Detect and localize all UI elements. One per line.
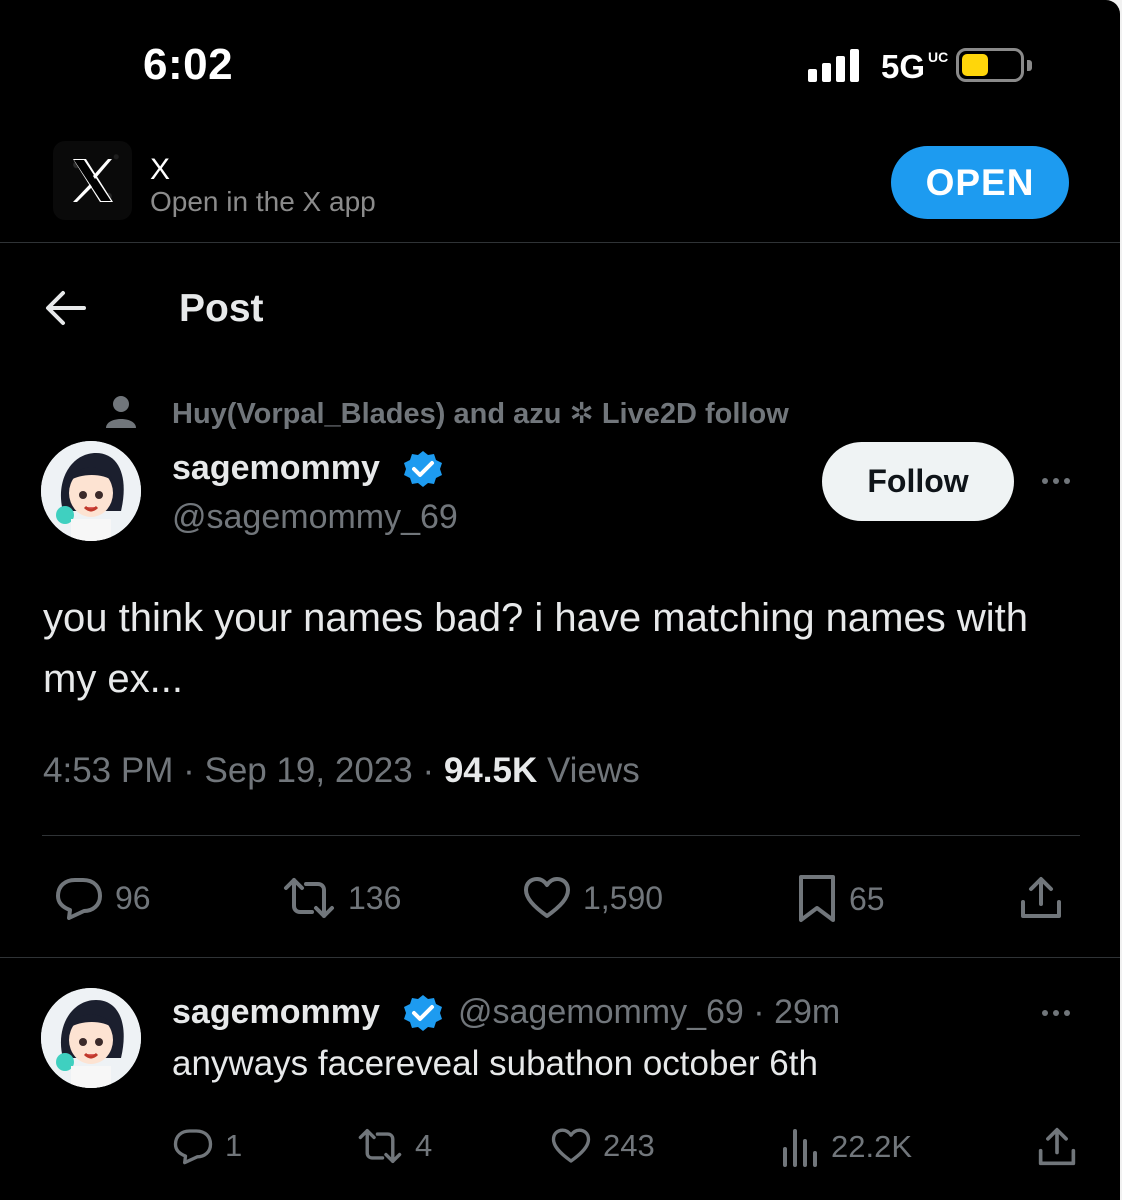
reply-handle-line: @sagemommy_69 · 29m	[458, 993, 841, 1031]
repost-icon	[284, 878, 334, 918]
repost-count: 136	[348, 879, 402, 916]
reply-button[interactable]: 96	[55, 876, 151, 920]
reply-reply-button[interactable]: 1	[173, 1127, 242, 1165]
post-divider	[0, 957, 1120, 958]
reply-age[interactable]: 29m	[774, 993, 840, 1031]
signal-icon	[808, 48, 859, 82]
avatar[interactable]	[41, 441, 141, 541]
reply-like-count: 243	[603, 1128, 655, 1163]
reply-repost-button[interactable]: 4	[357, 1127, 432, 1165]
author-display-name[interactable]: sagemommy	[172, 449, 380, 488]
reply-share-icon[interactable]	[1037, 1127, 1077, 1172]
reply-more-options-icon[interactable]	[1042, 1010, 1070, 1016]
analytics-icon	[783, 1129, 817, 1167]
reply-verified-badge-icon	[401, 994, 445, 1037]
author-handle[interactable]: @sagemommy_69	[172, 498, 458, 537]
post-text: you think your names bad? i have matchin…	[43, 596, 1028, 701]
verified-badge-icon	[401, 450, 445, 493]
person-icon	[104, 394, 138, 435]
app-banner-subtitle: Open in the X app	[150, 186, 376, 217]
reply-view-count: 22.2K	[831, 1129, 913, 1164]
battery-icon	[956, 48, 1024, 82]
reply-like-button[interactable]: 243	[551, 1127, 655, 1165]
battery-tip	[1027, 60, 1032, 71]
banner-divider	[0, 242, 1120, 243]
reply-icon	[56, 878, 102, 920]
bookmark-button[interactable]: 65	[797, 874, 885, 924]
views-label: Views	[546, 751, 640, 790]
page-title: Post	[179, 287, 264, 330]
reply-icon	[173, 1129, 213, 1165]
meta-divider	[42, 835, 1080, 836]
post-time[interactable]: 4:53 PM	[43, 751, 173, 790]
reply-text: anyways facereveal subathon october 6th	[172, 1044, 818, 1083]
reply-repost-count: 4	[415, 1128, 433, 1163]
reply-avatar[interactable]	[41, 988, 141, 1088]
bookmark-icon	[799, 875, 835, 922]
post-date[interactable]: Sep 19, 2023	[204, 751, 412, 790]
reply-handle[interactable]: @sagemommy_69	[458, 993, 744, 1031]
reply-views-button[interactable]: 22.2K	[781, 1127, 912, 1167]
reply-count: 96	[115, 879, 151, 916]
x-logo-icon[interactable]	[53, 141, 132, 220]
repost-button[interactable]: 136	[282, 876, 401, 920]
like-button[interactable]: 1,590	[523, 876, 663, 920]
social-context[interactable]: Huy(Vorpal_Blades) and azu ✲ Live2D foll…	[172, 396, 789, 431]
repost-icon	[358, 1128, 402, 1164]
screen: 6:02 5G UC X Open in the X app OPEN Post…	[0, 0, 1120, 1200]
network-type: 5G	[881, 48, 926, 85]
heart-icon	[524, 877, 570, 918]
back-arrow-icon[interactable]	[44, 288, 86, 333]
status-time: 6:02	[143, 40, 234, 89]
follow-button[interactable]: Follow	[822, 442, 1014, 521]
like-count: 1,590	[583, 879, 664, 916]
network-suffix: UC	[928, 49, 949, 65]
more-options-icon[interactable]	[1042, 478, 1070, 484]
share-icon[interactable]	[1019, 876, 1063, 925]
open-app-button[interactable]: OPEN	[891, 146, 1069, 219]
reply-display-name[interactable]: sagemommy	[172, 993, 380, 1032]
bookmark-count: 65	[849, 880, 885, 917]
heart-icon	[551, 1128, 591, 1163]
views-count: 94.5K	[443, 751, 538, 790]
post-meta: 4:53 PM · Sep 19, 2023 · 94.5K Views	[43, 751, 640, 790]
app-banner-title: X	[150, 153, 171, 186]
reply-reply-count: 1	[225, 1128, 243, 1163]
